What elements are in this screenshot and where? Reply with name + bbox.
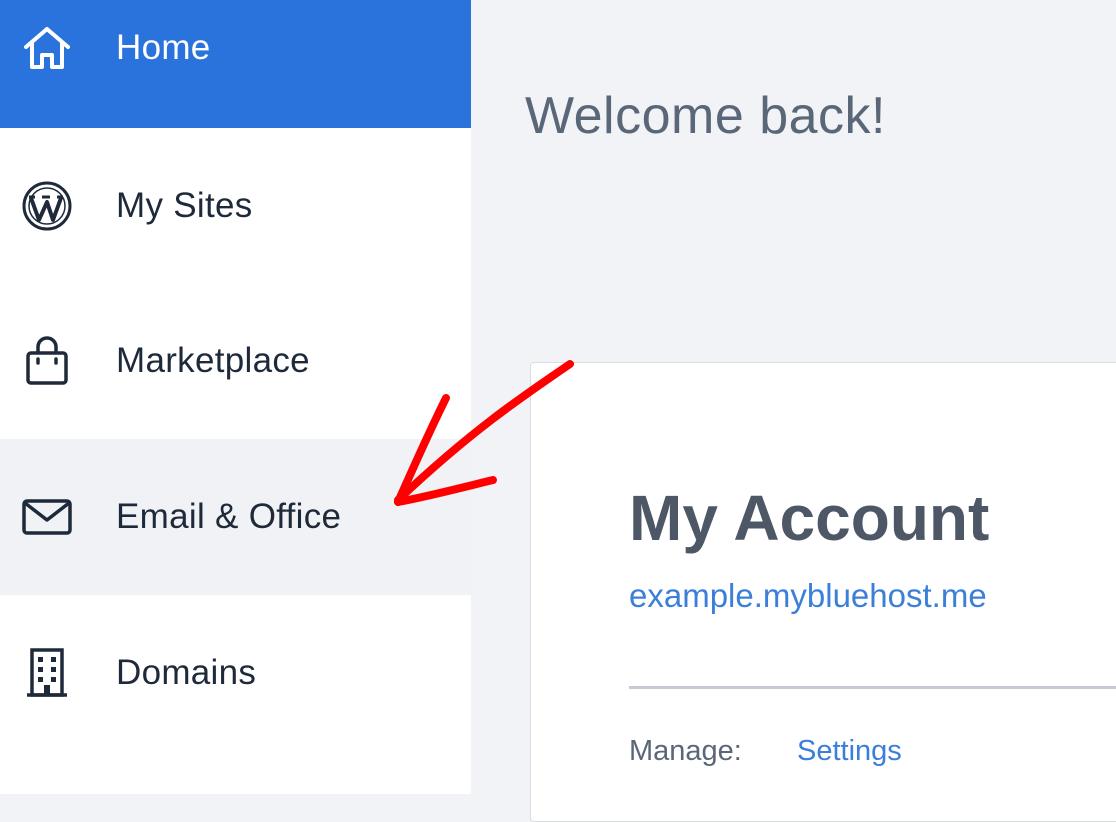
sidebar-item-label: Email & Office	[116, 497, 342, 536]
sidebar-item-domains[interactable]: Domains	[0, 595, 471, 751]
shopping-bag-icon	[20, 334, 74, 388]
account-card-title: My Account	[629, 482, 990, 554]
account-card: My Account example.mybluehost.me Manage:…	[530, 362, 1116, 822]
sidebar-item-label: Marketplace	[116, 341, 310, 380]
wordpress-icon	[20, 179, 74, 233]
sidebar-item-marketplace[interactable]: Marketplace	[0, 283, 471, 439]
sidebar-item-email-office[interactable]: Email & Office	[0, 439, 471, 595]
home-icon	[20, 21, 74, 75]
manage-label: Manage:	[629, 735, 742, 767]
account-domain-link[interactable]: example.mybluehost.me	[629, 577, 987, 615]
sidebar-item-label: My Sites	[116, 186, 253, 225]
sidebar: Home My Sites Marketplace Email & Office…	[0, 0, 471, 794]
sidebar-item-my-sites[interactable]: My Sites	[0, 128, 471, 284]
sidebar-item-label: Domains	[116, 653, 257, 692]
settings-link[interactable]: Settings	[797, 735, 902, 768]
page-title: Welcome back!	[525, 87, 887, 145]
envelope-icon	[20, 490, 74, 544]
sidebar-item-home[interactable]: Home	[0, 0, 471, 128]
main-content: Welcome back! My Account example.myblueh…	[471, 0, 1116, 822]
sidebar-item-label: Home	[116, 28, 211, 67]
divider	[629, 686, 1116, 689]
building-icon	[20, 646, 74, 700]
